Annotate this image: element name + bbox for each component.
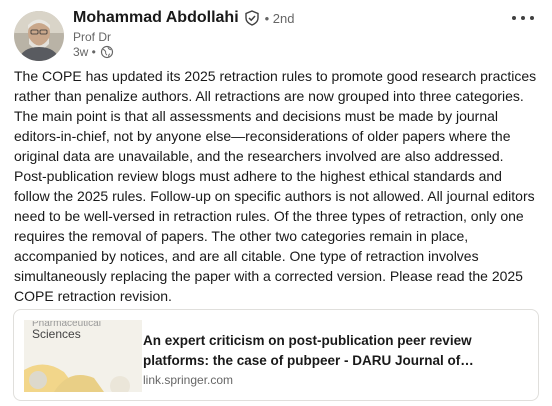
link-thumbnail: Pharmaceutical Sciences: [24, 320, 142, 392]
link-domain: link.springer.com: [143, 373, 234, 387]
author-headline: Prof Dr: [73, 30, 112, 44]
more-options-icon[interactable]: [512, 12, 534, 24]
post-meta: 3w •: [73, 45, 114, 59]
post-time: 3w •: [73, 45, 96, 59]
link-preview-card[interactable]: Pharmaceutical Sciences An expert critic…: [13, 309, 539, 401]
avatar[interactable]: [14, 11, 64, 61]
connection-degree: • 2nd: [264, 10, 295, 26]
author-name-text[interactable]: Mohammad Abdollahi: [73, 9, 239, 27]
link-title[interactable]: An expert criticism on post-publication …: [143, 331, 503, 371]
author-name[interactable]: Mohammad Abdollahi • 2nd: [73, 9, 295, 27]
post-text: The COPE has updated its 2025 retraction…: [14, 68, 537, 304]
globe-icon: [100, 45, 113, 59]
verified-shield-icon: [244, 10, 259, 26]
